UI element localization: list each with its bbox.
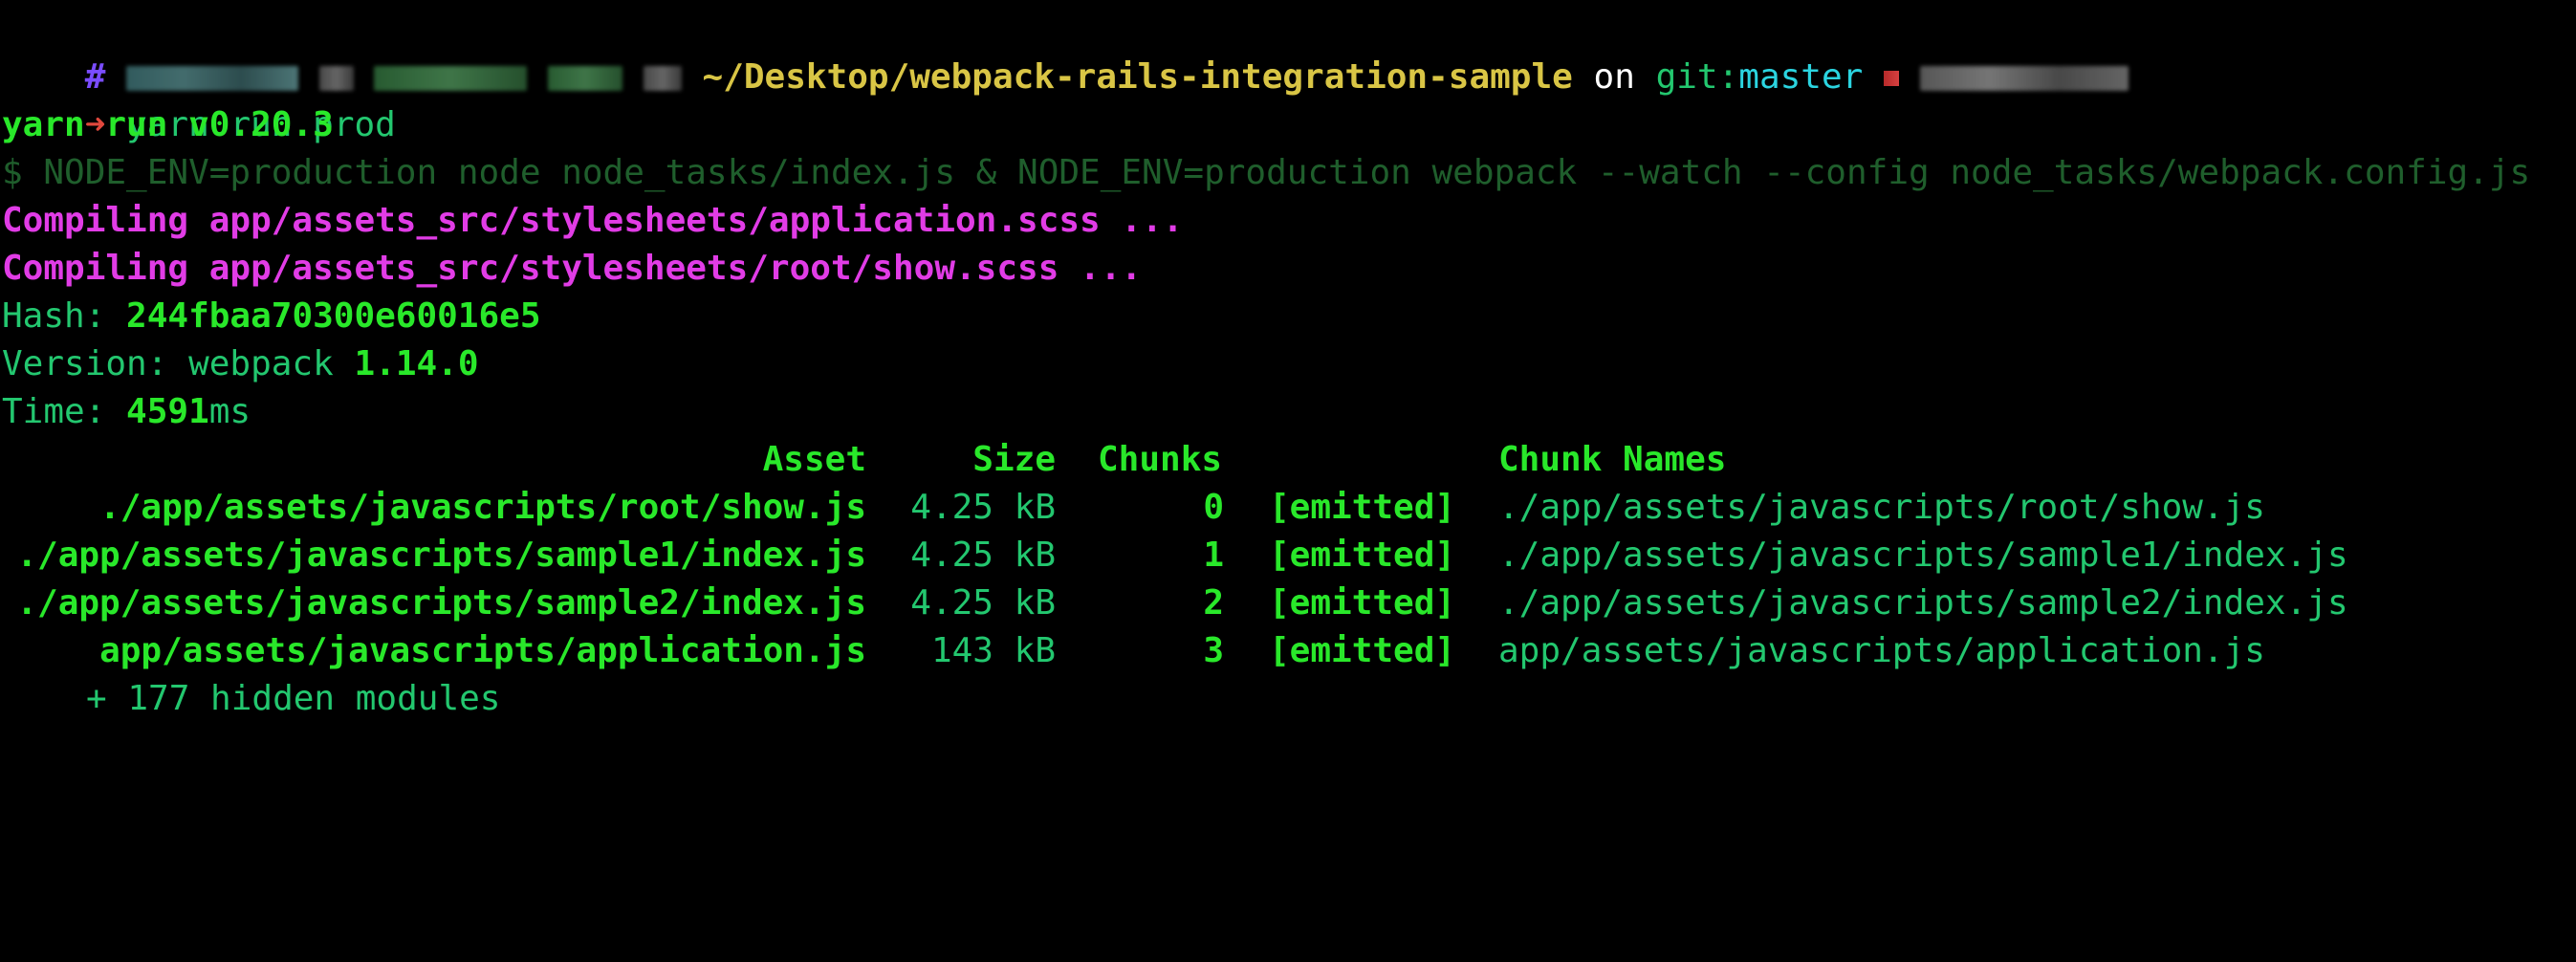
row-status: [emitted] — [1269, 583, 1456, 623]
row-chunk: 3 — [1203, 631, 1224, 670]
version-label: Version: webpack — [2, 344, 355, 383]
time-line: Time: 4591ms — [2, 388, 2576, 436]
time-label: Time: — [2, 392, 127, 431]
table-row: ./app/assets/javascripts/sample2/index.j… — [2, 579, 2576, 627]
row-asset: ./app/assets/javascripts/sample1/index.j… — [16, 536, 866, 575]
version-line: Version: webpack 1.14.0 — [2, 340, 2576, 388]
prompt-hash-symbol: # — [84, 57, 106, 97]
row-chunk-name: ./app/assets/javascripts/sample2/index.j… — [1498, 583, 2348, 623]
prompt-on-word: on — [1593, 57, 1635, 97]
prompt-git-branch: master — [1738, 57, 1864, 97]
table-row: ./app/assets/javascripts/sample1/index.j… — [2, 532, 2576, 579]
redacted-separator — [643, 66, 682, 91]
hidden-modules-line: + 177 hidden modules — [86, 679, 501, 718]
row-status: [emitted] — [1269, 488, 1456, 527]
redacted-host-suffix — [548, 66, 623, 91]
row-size: 143 kB — [930, 631, 1056, 670]
prompt-path: ~/Desktop/webpack-rails-integration-samp… — [702, 57, 1573, 97]
redacted-timestamp — [1919, 66, 2128, 91]
time-unit: ms — [208, 392, 251, 431]
row-status: [emitted] — [1269, 536, 1456, 575]
row-chunk: 1 — [1203, 536, 1224, 575]
row-asset: ./app/assets/javascripts/root/show.js — [99, 488, 866, 527]
prompt-git-label: git: — [1655, 57, 1739, 97]
redacted-hostname — [374, 66, 528, 91]
row-asset: app/assets/javascripts/application.js — [99, 631, 866, 670]
compiling-line-1: Compiling app/assets_src/stylesheets/app… — [2, 201, 1184, 240]
redacted-dirty-indicator — [1884, 71, 1899, 86]
version-value: 1.14.0 — [354, 344, 479, 383]
hash-label: Hash: — [2, 296, 127, 336]
row-asset: ./app/assets/javascripts/sample2/index.j… — [16, 583, 866, 623]
hash-value: 244fbaa70300e60016e5 — [126, 296, 541, 336]
compiling-line-2: Compiling app/assets_src/stylesheets/roo… — [2, 249, 1143, 288]
row-chunk-name: ./app/assets/javascripts/sample1/index.j… — [1498, 536, 2348, 575]
row-status: [emitted] — [1269, 631, 1456, 670]
row-chunk: 0 — [1203, 488, 1224, 527]
header-size: Size — [972, 440, 1056, 479]
header-asset: Asset — [762, 440, 866, 479]
row-size: 4.25 kB — [910, 583, 1056, 623]
row-chunk-name: ./app/assets/javascripts/root/show.js — [1498, 488, 2265, 527]
table-row: app/assets/javascripts/application.js 14… — [2, 627, 2576, 675]
exec-command-line: $ NODE_ENV=production node node_tasks/in… — [2, 153, 2531, 192]
row-chunk: 2 — [1203, 583, 1224, 623]
redacted-username — [126, 66, 299, 91]
row-size: 4.25 kB — [910, 488, 1056, 527]
asset-table-header: Asset Size Chunks Chunk Names — [2, 436, 2576, 484]
terminal-window[interactable]: # ~/Desktop/webpack-rails-integration-sa… — [0, 0, 2576, 748]
row-chunk-name: app/assets/javascripts/application.js — [1498, 631, 2265, 670]
header-chunks: Chunks — [1098, 440, 1223, 479]
prompt-line: # ~/Desktop/webpack-rails-integration-sa… — [2, 6, 2576, 97]
time-value: 4591 — [126, 392, 209, 431]
redacted-at — [318, 66, 354, 91]
header-chunk-names: Chunk Names — [1498, 440, 1727, 479]
row-size: 4.25 kB — [910, 536, 1056, 575]
table-row: ./app/assets/javascripts/root/show.js 4.… — [2, 484, 2576, 532]
hash-line: Hash: 244fbaa70300e60016e5 — [2, 293, 2576, 340]
